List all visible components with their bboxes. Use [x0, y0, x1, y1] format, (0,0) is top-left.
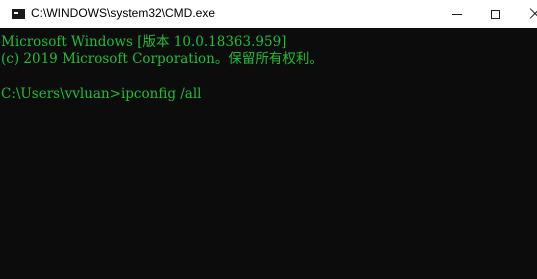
maximize-button[interactable] — [478, 0, 512, 28]
minimize-icon — [452, 13, 462, 15]
minimize-button[interactable] — [440, 0, 474, 28]
cmd-window: C:\WINDOWS\system32\CMD.exe Microsoft Wi… — [0, 0, 537, 279]
maximize-icon — [490, 9, 500, 19]
prompt-mark — [14, 12, 18, 14]
console-command-line[interactable]: C:\Users\vvluan>ipconfig /all — [1, 86, 201, 102]
cmd-icon[interactable] — [12, 9, 25, 19]
close-icon — [528, 8, 537, 20]
console-output[interactable]: Microsoft Windows [版本 10.0.18363.959] (c… — [0, 28, 537, 279]
window-title: C:\WINDOWS\system32\CMD.exe — [31, 6, 216, 20]
title-bar[interactable]: C:\WINDOWS\system32\CMD.exe — [0, 0, 537, 28]
close-button[interactable] — [516, 0, 537, 28]
console-line-copyright: (c) 2019 Microsoft Corporation。保留所有权利。 — [1, 51, 323, 67]
